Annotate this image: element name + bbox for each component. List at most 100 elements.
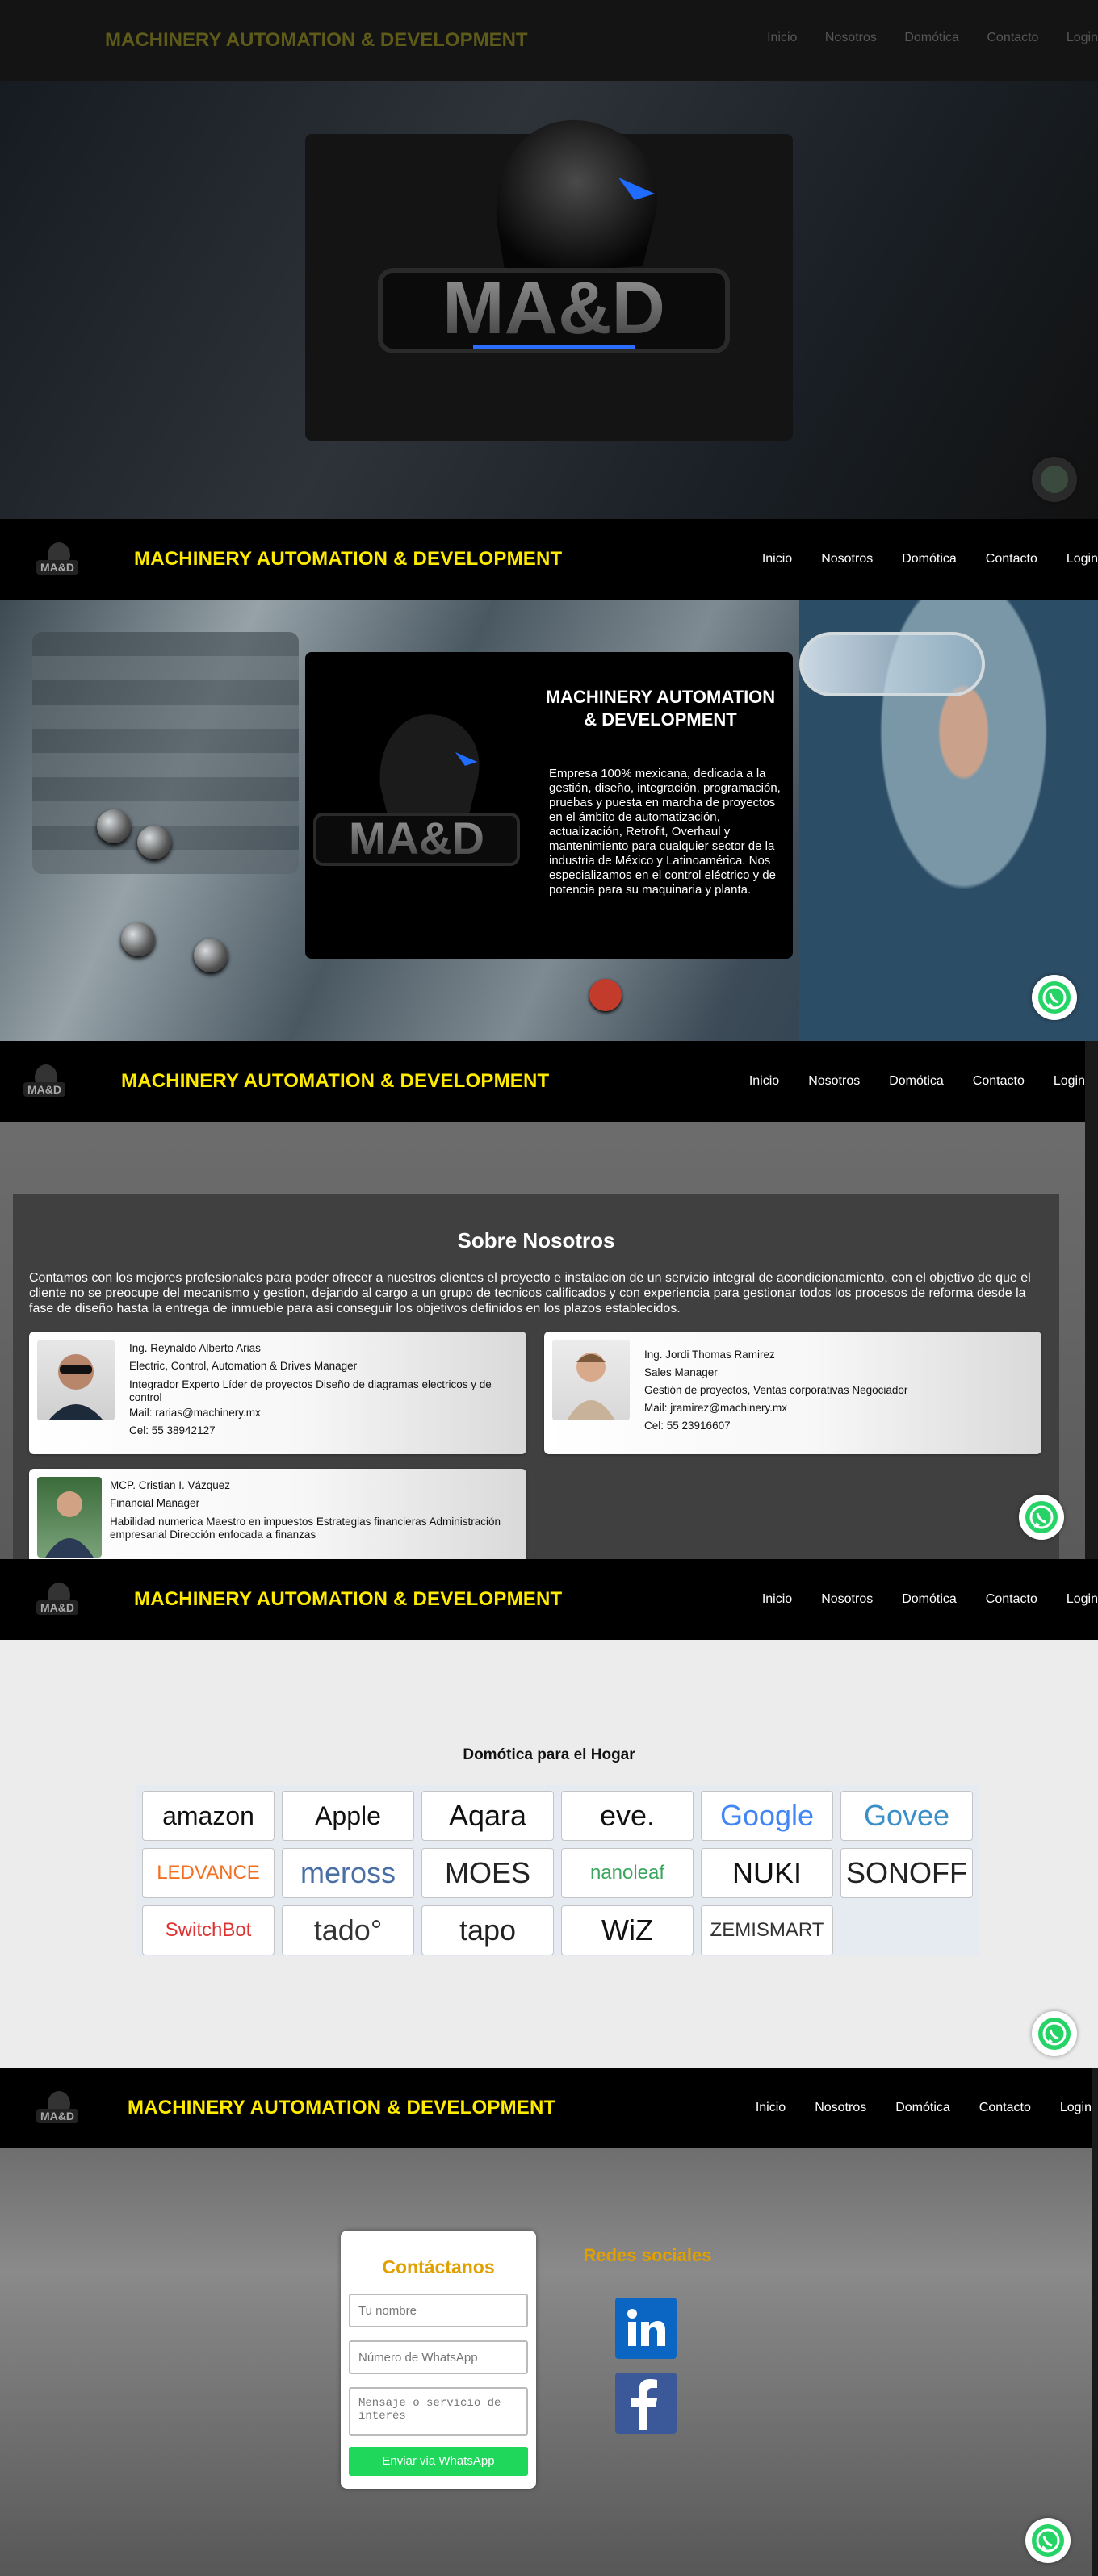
nav-link-login[interactable]: Login [1060,2101,1092,2115]
member-role: Financial Manager [110,1497,200,1509]
nav-link-nosotros[interactable]: Nosotros [808,1074,860,1089]
logo-small-icon: MA&D [23,1064,65,1097]
logo-big-overlay: MA&D [378,119,730,353]
hero-section: MACHINERY AUTOMATION & DEVELOPMENT Inici… [0,0,1098,1041]
nav-link-login[interactable]: Login [1067,552,1098,567]
team-member-card: Ing. Jordi Thomas Ramirez Sales Manager … [544,1332,1041,1454]
brand-logo-zemismart: ZEMISMART [701,1905,833,1955]
member-photo [552,1340,630,1420]
navbar-about: MA&D MACHINERY AUTOMATION & DEVELOPMENT … [0,1041,1085,1122]
whatsapp-button[interactable] [1025,2518,1071,2563]
brand-logo-nuki: NUKI [701,1848,833,1898]
facebook-icon [631,2379,657,2430]
whatsapp-number-input[interactable] [349,2340,528,2374]
nav-link-domotica[interactable]: Domótica [902,552,957,567]
svg-text:MA&D: MA&D [40,1601,74,1614]
nav-link-domotica[interactable]: Domótica [895,2101,950,2115]
member-info: Ing. Reynaldo Alberto Arias Electric, Co… [129,1340,492,1440]
name-input[interactable] [349,2294,528,2327]
nav-links: Inicio Nosotros Domótica Contacto Login [727,2068,1092,2148]
brand-grid: amazon Apple Aqara eve. Google Govee LEDVANCE m… [136,1785,979,1956]
nav-brand-dimmed: MACHINERY AUTOMATION & DEVELOPMENT [105,29,528,51]
nav-link-contacto[interactable]: Contacto [986,1592,1037,1607]
nav-logo[interactable]: MA&D [15,1056,74,1106]
message-textarea[interactable] [349,2387,528,2436]
nav-brand[interactable]: MACHINERY AUTOMATION & DEVELOPMENT [121,1070,549,1093]
nav-link-login[interactable]: Login [1067,1592,1098,1607]
nav-brand[interactable]: MACHINERY AUTOMATION & DEVELOPMENT [128,2097,555,2119]
about-box: Sobre Nosotros Contamos con los mejores … [13,1194,1059,1559]
whatsapp-icon [1038,2018,1071,2050]
brand-logo-tado: tado° [282,1905,414,1955]
brand-logo-govee: Govee [840,1791,973,1841]
linkedin-icon [627,2309,665,2346]
nav-link-inicio[interactable]: Inicio [762,552,792,567]
member-mail: Mail: rarias@machinery.mx [129,1407,261,1419]
member-info: Ing. Jordi Thomas Ramirez Sales Manager … [644,1346,907,1435]
nav-link-domotica[interactable]: Domótica [889,1074,944,1089]
brand-logo-aqara: Aqara [421,1791,554,1841]
nav-link-nosotros[interactable]: Nosotros [821,1592,873,1607]
brand-logo-google: Google [701,1791,833,1841]
svg-text:MA&D: MA&D [349,813,484,864]
member-skills: Integrador Experto Líder de proyectos Di… [129,1378,492,1390]
member-skills-cont: control [129,1391,162,1403]
brand-logo-eve: eve. [561,1791,694,1841]
nav-logo[interactable]: MA&D [27,1574,87,1625]
member-info: MCP. Cristian I. Vázquez Financial Manag… [110,1477,501,1541]
brand-logo-nanoleaf: nanoleaf [561,1848,694,1898]
nav-link-contacto[interactable]: Contacto [979,2101,1031,2115]
member-name: MCP. Cristian I. Vázquez [110,1479,231,1491]
linkedin-link[interactable] [615,2298,677,2359]
nav-link-login[interactable]: Login [1054,1074,1085,1089]
whatsapp-button[interactable] [1019,1495,1064,1540]
nav-logo[interactable]: MA&D [27,2083,87,2133]
team-member-card: Ing. Reynaldo Alberto Arias Electric, Co… [29,1332,526,1454]
nav-brand[interactable]: MACHINERY AUTOMATION & DEVELOPMENT [134,1588,562,1611]
nav-links: Inicio Nosotros Domótica Contacto Login [720,1041,1085,1122]
nav-link-nosotros[interactable]: Nosotros [821,552,873,567]
whatsapp-icon [1041,466,1068,493]
svg-text:MA&D: MA&D [40,561,74,574]
nav-link-contacto[interactable]: Contacto [973,1074,1025,1089]
whatsapp-button[interactable] [1032,2011,1077,2056]
nav-brand[interactable]: MACHINERY AUTOMATION & DEVELOPMENT [134,548,562,571]
whatsapp-icon [1025,1501,1058,1533]
whatsapp-button[interactable] [1032,975,1077,1020]
whatsapp-button-dimmed[interactable] [1032,457,1077,502]
brand-logo-ledvance: LEDVANCE [142,1848,274,1898]
brand-logo-meross: meross [282,1848,414,1898]
brand-logo-switchbot: SwitchBot [142,1905,274,1955]
nav-logo[interactable]: MA&D [27,534,87,584]
about-title: Sobre Nosotros [457,1228,615,1252]
member-mail: Mail: jramirez@machinery.mx [644,1402,787,1414]
whatsapp-icon [1032,2524,1064,2557]
team-member-card: MCP. Cristian I. Vázquez Financial Manag… [29,1469,526,1559]
send-whatsapp-button[interactable]: Enviar via WhatsApp [349,2447,528,2476]
contact-section: MA&D MACHINERY AUTOMATION & DEVELOPMENT … [0,2068,1092,2576]
brand-logo-wiz: WiZ [561,1905,694,1955]
nav-link-nosotros[interactable]: Nosotros [815,2101,866,2115]
svg-text:MA&D: MA&D [27,1083,61,1096]
brand-logo-amazon: amazon [142,1791,274,1841]
nav-link-contacto[interactable]: Contacto [986,552,1037,567]
nav-links: Inicio Nosotros Domótica Contacto Login [733,1559,1098,1640]
nav-link-inicio[interactable]: Inicio [749,1074,779,1089]
member-skills: Habilidad numerica Maestro en impuestos … [110,1516,501,1528]
hero-dimmed-area: MACHINERY AUTOMATION & DEVELOPMENT Inici… [0,0,1098,519]
facebook-link[interactable] [615,2373,677,2434]
member-photo [37,1477,102,1558]
contact-form: Contáctanos Enviar via WhatsApp [341,2231,536,2489]
member-name: Ing. Jordi Thomas Ramirez [644,1349,775,1361]
logo-small-icon: MA&D [36,542,78,575]
nav-link-inicio[interactable]: Inicio [756,2101,786,2115]
about-description: Contamos con los mejores profesionales p… [29,1271,1031,1315]
whatsapp-icon [1038,981,1071,1014]
nav-link-domotica[interactable]: Domótica [902,1592,957,1607]
hero-description: Empresa 100% mexicana, dedicada a la ges… [549,767,781,897]
logo-small-icon: MA&D [36,1583,78,1615]
member-photo [37,1340,115,1420]
nav-link-inicio[interactable]: Inicio [762,1592,792,1607]
brand-logo-sonoff: SONOFF [840,1848,973,1898]
member-name: Ing. Reynaldo Alberto Arias [129,1342,261,1354]
